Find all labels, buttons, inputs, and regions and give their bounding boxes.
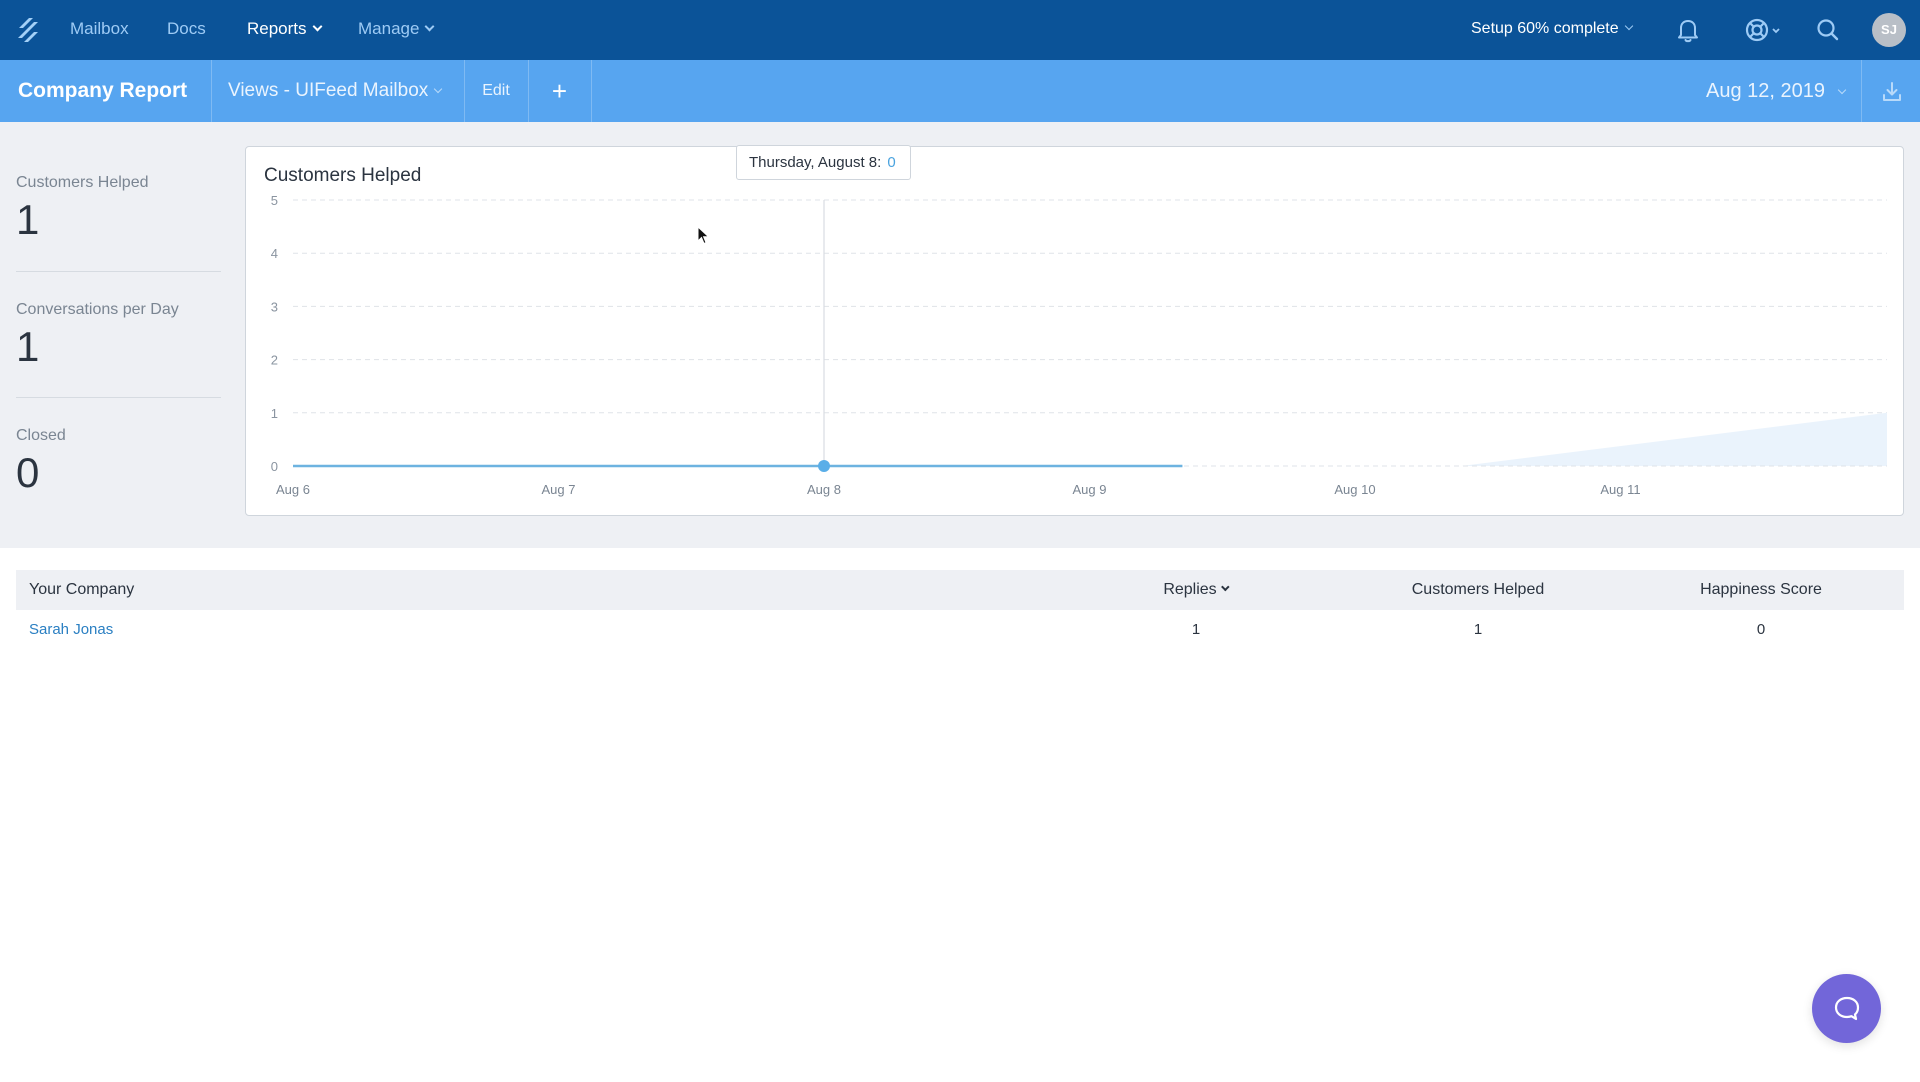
chevron-down-icon [1624,21,1633,31]
x-tick-label: Aug 7 [542,482,576,497]
helpscout-logo-icon[interactable] [16,16,42,44]
y-tick-label: 1 [271,406,278,421]
chevron-down-icon [424,21,435,32]
table-row: Sarah Jonas 1 1 0 [16,610,1904,652]
divider [1861,60,1862,122]
divider [591,60,592,122]
search-icon[interactable] [1812,14,1844,46]
nav-docs[interactable]: Docs [167,0,206,60]
agent-name-link[interactable]: Sarah Jonas [29,610,113,650]
stat-conversations-per-day: Conversations per Day 1 [16,301,221,369]
x-tick-label: Aug 6 [276,482,310,497]
stat-label: Closed [16,427,66,444]
column-header-company: Your Company [29,581,135,598]
chevron-down-icon [1837,85,1847,95]
table-header: Your Company Replies Customers Helped Ha… [16,570,1904,610]
stat-label: Conversations per Day [16,301,179,318]
divider [16,397,221,398]
chat-beacon-button[interactable] [1812,974,1881,1043]
nav-manage-label: Manage [358,19,420,38]
page-title: Company Report [18,79,188,102]
nav-mailbox-label: Mailbox [70,19,129,38]
stat-value: 1 [16,196,40,243]
nav-mailbox[interactable]: Mailbox [70,0,129,60]
x-tick-label: Aug 8 [807,482,841,497]
customers-helped-chart[interactable]: 0 1 2 3 4 5 Aug 6 Aug 7 Aug 8 Aug 9 Aug 10 Aug 11 [246,147,1905,517]
customers-helped-chart-card: Customers Helped 0 1 2 3 4 5 Aug 6 Aug 7 Aug 8 Au… [245,146,1904,516]
tooltip-label: Thursday, August 8: [749,154,882,171]
y-tick-label: 2 [271,353,278,368]
stat-label: Customers Helped [16,174,149,191]
agent-table: Your Company Replies Customers Helped Ha… [16,570,1904,652]
previous-period-area [1461,412,1887,466]
nav-manage[interactable]: Manage [358,0,435,60]
edit-button[interactable]: Edit [464,60,528,122]
x-tick-label: Aug 10 [1334,482,1375,497]
mouse-cursor-icon [697,226,710,245]
chevron-down-icon [434,84,443,94]
tooltip-value: 0 [887,154,896,171]
y-tick-label: 5 [271,193,278,208]
views-dropdown[interactable]: Views - UIFeed Mailbox [228,60,443,122]
add-view-button[interactable]: + [528,60,591,122]
y-tick-label: 0 [271,459,278,474]
download-icon[interactable] [1880,80,1904,104]
report-header-bar: Company Report Views - UIFeed Mailbox Ed… [0,60,1920,122]
customers-helped-value: 1 [1473,621,1483,638]
replies-value: 1 [1191,621,1201,638]
divider [211,60,212,122]
lifebuoy-icon[interactable] [1742,14,1784,46]
column-header-label: Replies [1163,581,1217,598]
column-header-customers-helped[interactable]: Customers Helped [1412,570,1545,610]
nav-reports-label: Reports [247,19,307,38]
nav-reports[interactable]: Reports [247,0,322,60]
stat-value: 0 [16,449,40,496]
nav-docs-label: Docs [167,19,206,38]
happiness-score-value: 0 [1756,621,1766,638]
top-navigation: Mailbox Docs Reports Manage Setup 60% co… [0,0,1920,60]
x-tick-label: Aug 9 [1073,482,1107,497]
setup-label: Setup 60% complete [1471,20,1619,37]
user-avatar[interactable]: SJ [1872,13,1906,47]
divider [16,271,221,272]
chevron-down-icon [312,21,322,32]
column-header-happiness-score[interactable]: Happiness Score [1700,570,1822,610]
date-picker[interactable]: Aug 12, 2019 [1706,60,1847,122]
stat-customers-helped: Customers Helped 1 [16,174,221,242]
stat-closed: Closed 0 [16,427,221,495]
chart-tooltip: Thursday, August 8: 0 [736,145,911,180]
setup-progress-dropdown[interactable]: Setup 60% complete [1471,0,1633,60]
x-tick-label: Aug 11 [1600,482,1640,497]
y-tick-label: 3 [271,299,278,314]
column-header-replies[interactable]: Replies [1163,570,1230,610]
chat-bubble-icon [1834,996,1860,1021]
sort-descending-icon [1221,582,1230,592]
views-dropdown-label: Views - UIFeed Mailbox [228,80,429,101]
data-point-highlight [818,460,830,472]
stat-value: 1 [16,323,40,370]
y-tick-label: 4 [271,246,278,261]
date-label: Aug 12, 2019 [1706,80,1825,102]
bell-icon[interactable] [1672,14,1704,46]
